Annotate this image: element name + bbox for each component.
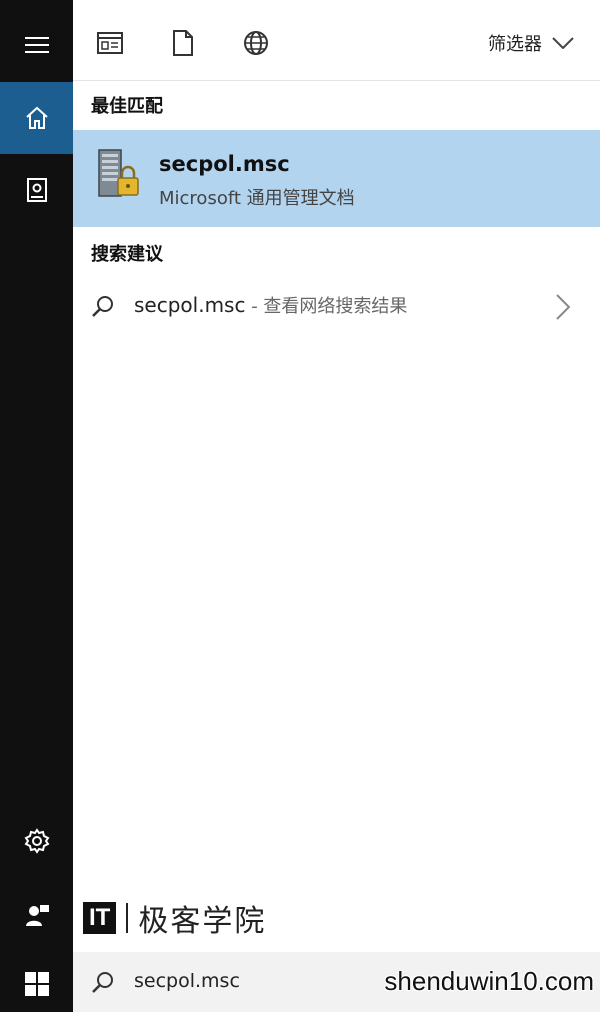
- filter-toolbar: 筛选器: [73, 0, 600, 81]
- documents-filter-button[interactable]: [168, 28, 198, 58]
- best-match-subtitle: Microsoft 通用管理文档: [159, 188, 355, 209]
- filter-dropdown[interactable]: 筛选器: [488, 28, 574, 58]
- feedback-icon: [25, 905, 49, 926]
- web-suggestion-item[interactable]: secpol.msc - 查看网络搜索结果: [73, 280, 600, 332]
- menu-button[interactable]: [0, 20, 73, 70]
- suggestion-text: secpol.msc - 查看网络搜索结果: [134, 292, 407, 318]
- suggestion-suffix: - 查看网络搜索结果: [245, 296, 408, 317]
- best-match-result[interactable]: secpol.msc Microsoft 通用管理文档: [73, 130, 600, 227]
- left-rail: [0, 0, 73, 1012]
- apps-icon: [97, 32, 123, 54]
- hamburger-icon: [24, 37, 49, 53]
- gear-icon: [24, 828, 49, 854]
- search-input[interactable]: secpol.msc: [134, 970, 240, 992]
- web-filter-button[interactable]: [241, 28, 271, 58]
- watermark-logo: IT: [83, 902, 117, 934]
- documents-icon: [173, 30, 193, 56]
- watermark-divider: [126, 903, 129, 933]
- feedback-button[interactable]: [0, 890, 73, 940]
- chevron-right-icon[interactable]: [556, 294, 570, 320]
- settings-button[interactable]: [0, 816, 73, 866]
- search-icon: [92, 296, 113, 317]
- home-icon: [25, 106, 48, 129]
- filter-label: 筛选器: [488, 34, 542, 55]
- notebook-button[interactable]: [0, 160, 73, 220]
- web-icon: [244, 31, 268, 55]
- best-match-heading: 最佳匹配: [91, 96, 163, 117]
- windows-icon: [24, 972, 49, 996]
- notebook-icon: [26, 178, 47, 202]
- search-results-panel: 筛选器 最佳匹配 secpol.msc Microsoft 通用管理文档 搜索建…: [73, 0, 600, 1012]
- site-url-watermark: shenduwin10.com: [384, 966, 594, 996]
- search-icon: [92, 972, 113, 993]
- chevron-down-icon: [552, 37, 574, 49]
- home-button[interactable]: [0, 82, 73, 154]
- site-watermark-logo: IT 极客学院: [83, 896, 266, 940]
- watermark-text: 极客学院: [138, 904, 267, 939]
- security-policy-icon: [98, 149, 139, 197]
- suggestions-heading: 搜索建议: [91, 244, 163, 265]
- apps-filter-button[interactable]: [95, 28, 125, 58]
- suggestion-query: secpol.msc: [134, 293, 246, 317]
- best-match-title: secpol.msc: [159, 152, 290, 176]
- start-button[interactable]: [0, 956, 73, 1012]
